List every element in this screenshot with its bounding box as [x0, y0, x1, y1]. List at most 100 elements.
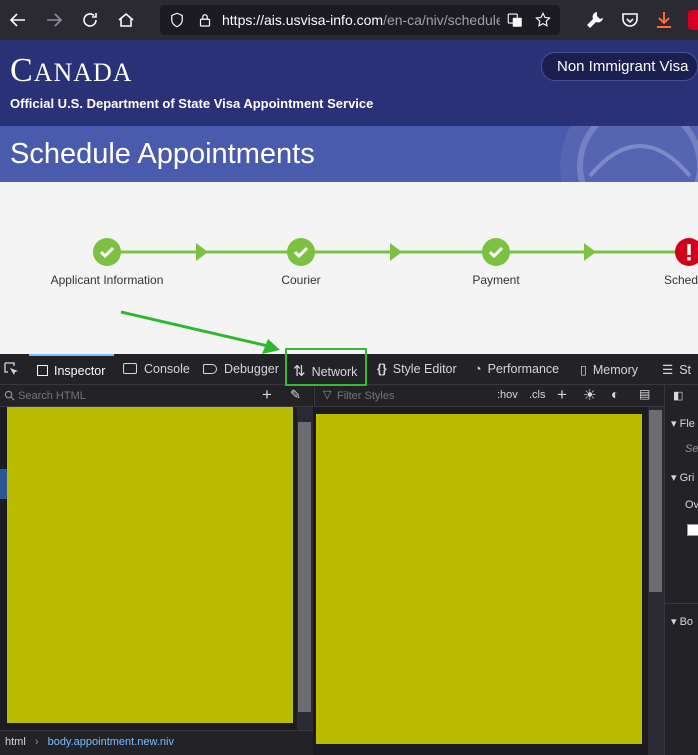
gauge-icon: ◔ [474, 362, 482, 376]
bookmark-star-icon[interactable] [534, 11, 552, 29]
cls-toggle[interactable]: .cls [529, 389, 546, 401]
extension-icon[interactable] [688, 10, 698, 30]
memory-icon: ▯ [580, 363, 587, 377]
tab-label: Style Editor [392, 362, 457, 376]
tab-label: Console [144, 362, 190, 376]
pick-element-icon[interactable] [4, 362, 20, 378]
add-node-icon[interactable]: + [262, 385, 272, 405]
wrench-icon[interactable] [583, 8, 607, 32]
eyedropper-icon[interactable]: ✎ [290, 387, 301, 403]
error-circle-icon [675, 238, 698, 266]
console-icon [123, 363, 137, 374]
forward-icon[interactable] [42, 8, 66, 32]
search-icon [4, 390, 15, 401]
download-icon[interactable] [652, 8, 676, 32]
lock-icon[interactable] [196, 11, 214, 29]
redacted-style-rules [316, 414, 642, 744]
check-circle-icon [287, 238, 315, 266]
tab-label: St [679, 363, 692, 377]
tab-memory[interactable]: ▯ Memory [580, 354, 638, 385]
tab-style-editor[interactable]: {} Style Editor [377, 354, 457, 385]
country-initial: C [10, 52, 34, 89]
html-scroll-thumb[interactable] [298, 422, 311, 712]
add-rule-icon[interactable]: + [557, 385, 567, 405]
selected-row-marker [0, 469, 7, 499]
annotation-arrow [120, 310, 280, 354]
reload-icon[interactable] [78, 8, 102, 32]
tab-label: Debugger [224, 362, 279, 376]
seal-watermark [560, 126, 698, 182]
caret-down-icon: ▾ [671, 418, 677, 430]
search-html-input[interactable] [18, 387, 248, 404]
tab-console[interactable]: Console [123, 354, 190, 385]
caret-down-icon: ▾ [671, 472, 677, 484]
overlay-label: Ov [685, 499, 698, 511]
overlay-checkbox[interactable] [687, 524, 698, 536]
filter-icon: ▽ [323, 389, 332, 401]
section-band: Schedule Appointments [0, 126, 698, 182]
filter-styles-input[interactable] [337, 387, 487, 404]
html-search-bar: + ✎ [0, 385, 313, 407]
network-tab-highlight [285, 348, 367, 386]
step-label: Sched [664, 273, 698, 287]
url-path: /en-ca/niv/schedule [383, 12, 500, 28]
url-host: https://ais.usvisa-info.com [222, 12, 384, 28]
print-mode-icon[interactable]: ▤ [639, 387, 650, 401]
divider [665, 603, 698, 604]
breadcrumb: html › body.appointment.new.niv [0, 730, 313, 755]
inspector-icon [37, 365, 48, 376]
section-label: Gri [679, 472, 695, 484]
url-text: https://ais.usvisa-info.com/en-ca/niv/sc… [222, 12, 500, 28]
flexbox-section[interactable]: ▾ Fle [671, 417, 698, 430]
site-subtitle: Official U.S. Department of State Visa A… [10, 96, 374, 111]
debugger-icon [203, 364, 217, 374]
tab-label: Inspector [54, 364, 106, 378]
pocket-icon[interactable] [618, 8, 642, 32]
url-bar[interactable]: https://ais.usvisa-info.com/en-ca/niv/sc… [160, 5, 560, 35]
shield-icon[interactable] [168, 11, 186, 29]
caret-down-icon: ▾ [671, 616, 677, 628]
grid-section[interactable]: ▾ Gri [671, 471, 698, 484]
select-hint: Se [685, 443, 698, 455]
tab-performance[interactable]: ◔ Performance [474, 354, 559, 385]
box-model-section[interactable]: ▾ Bo [671, 615, 698, 628]
tab-debugger[interactable]: Debugger [203, 354, 279, 385]
country-rest: ANADA [33, 58, 133, 87]
breadcrumb-body[interactable]: body.appointment.new.niv [48, 736, 174, 748]
tab-storage[interactable]: ☰ St [662, 354, 691, 385]
arrow-right-icon [390, 243, 402, 261]
country-title: CANADA [10, 52, 133, 90]
light-mode-icon[interactable]: ☀ [583, 386, 596, 404]
visa-type-button[interactable]: Non Immigrant Visa [541, 52, 698, 81]
progress-area: Applicant Information Courier Payment Sc… [0, 182, 698, 354]
tab-label: Performance [487, 362, 560, 376]
step-label: Payment [472, 273, 520, 287]
progress-track [107, 243, 698, 261]
sidebar-toggle-icon[interactable]: ◧ [673, 389, 683, 402]
translate-icon[interactable] [506, 11, 524, 29]
storage-icon: ☰ [662, 363, 674, 377]
styles-filter-bar: ▽ :hov .cls + ☀ ◐ ▤ [314, 385, 664, 407]
tab-label: Memory [592, 363, 639, 377]
braces-icon: {} [377, 362, 387, 376]
devtools-panel: Inspector Console Debugger ⇅ Network {} St… [0, 354, 698, 755]
check-circle-icon [482, 238, 510, 266]
layout-panel: ◧ ▾ Fle Se ▾ Gri Ov ▾ Bo [664, 385, 698, 755]
step-label: Applicant Information [50, 273, 164, 287]
section-label: Fle [679, 418, 695, 430]
back-icon[interactable] [6, 8, 30, 32]
arrow-right-icon [584, 243, 596, 261]
page-title: Schedule Appointments [10, 138, 315, 170]
breadcrumb-html[interactable]: html [5, 736, 26, 748]
hov-toggle[interactable]: :hov [497, 389, 518, 401]
chevron-right-icon: › [34, 736, 39, 748]
check-circle-icon [93, 238, 121, 266]
home-icon[interactable] [114, 8, 138, 32]
styles-scroll-thumb[interactable] [649, 410, 662, 592]
step-label: Courier [281, 273, 321, 287]
tab-inspector[interactable]: Inspector [29, 354, 114, 385]
arrow-right-icon [196, 243, 208, 261]
dark-mode-icon[interactable]: ◐ [611, 386, 619, 402]
browser-toolbar: https://ais.usvisa-info.com/en-ca/niv/sc… [0, 0, 698, 40]
redacted-html-tree [7, 407, 293, 723]
